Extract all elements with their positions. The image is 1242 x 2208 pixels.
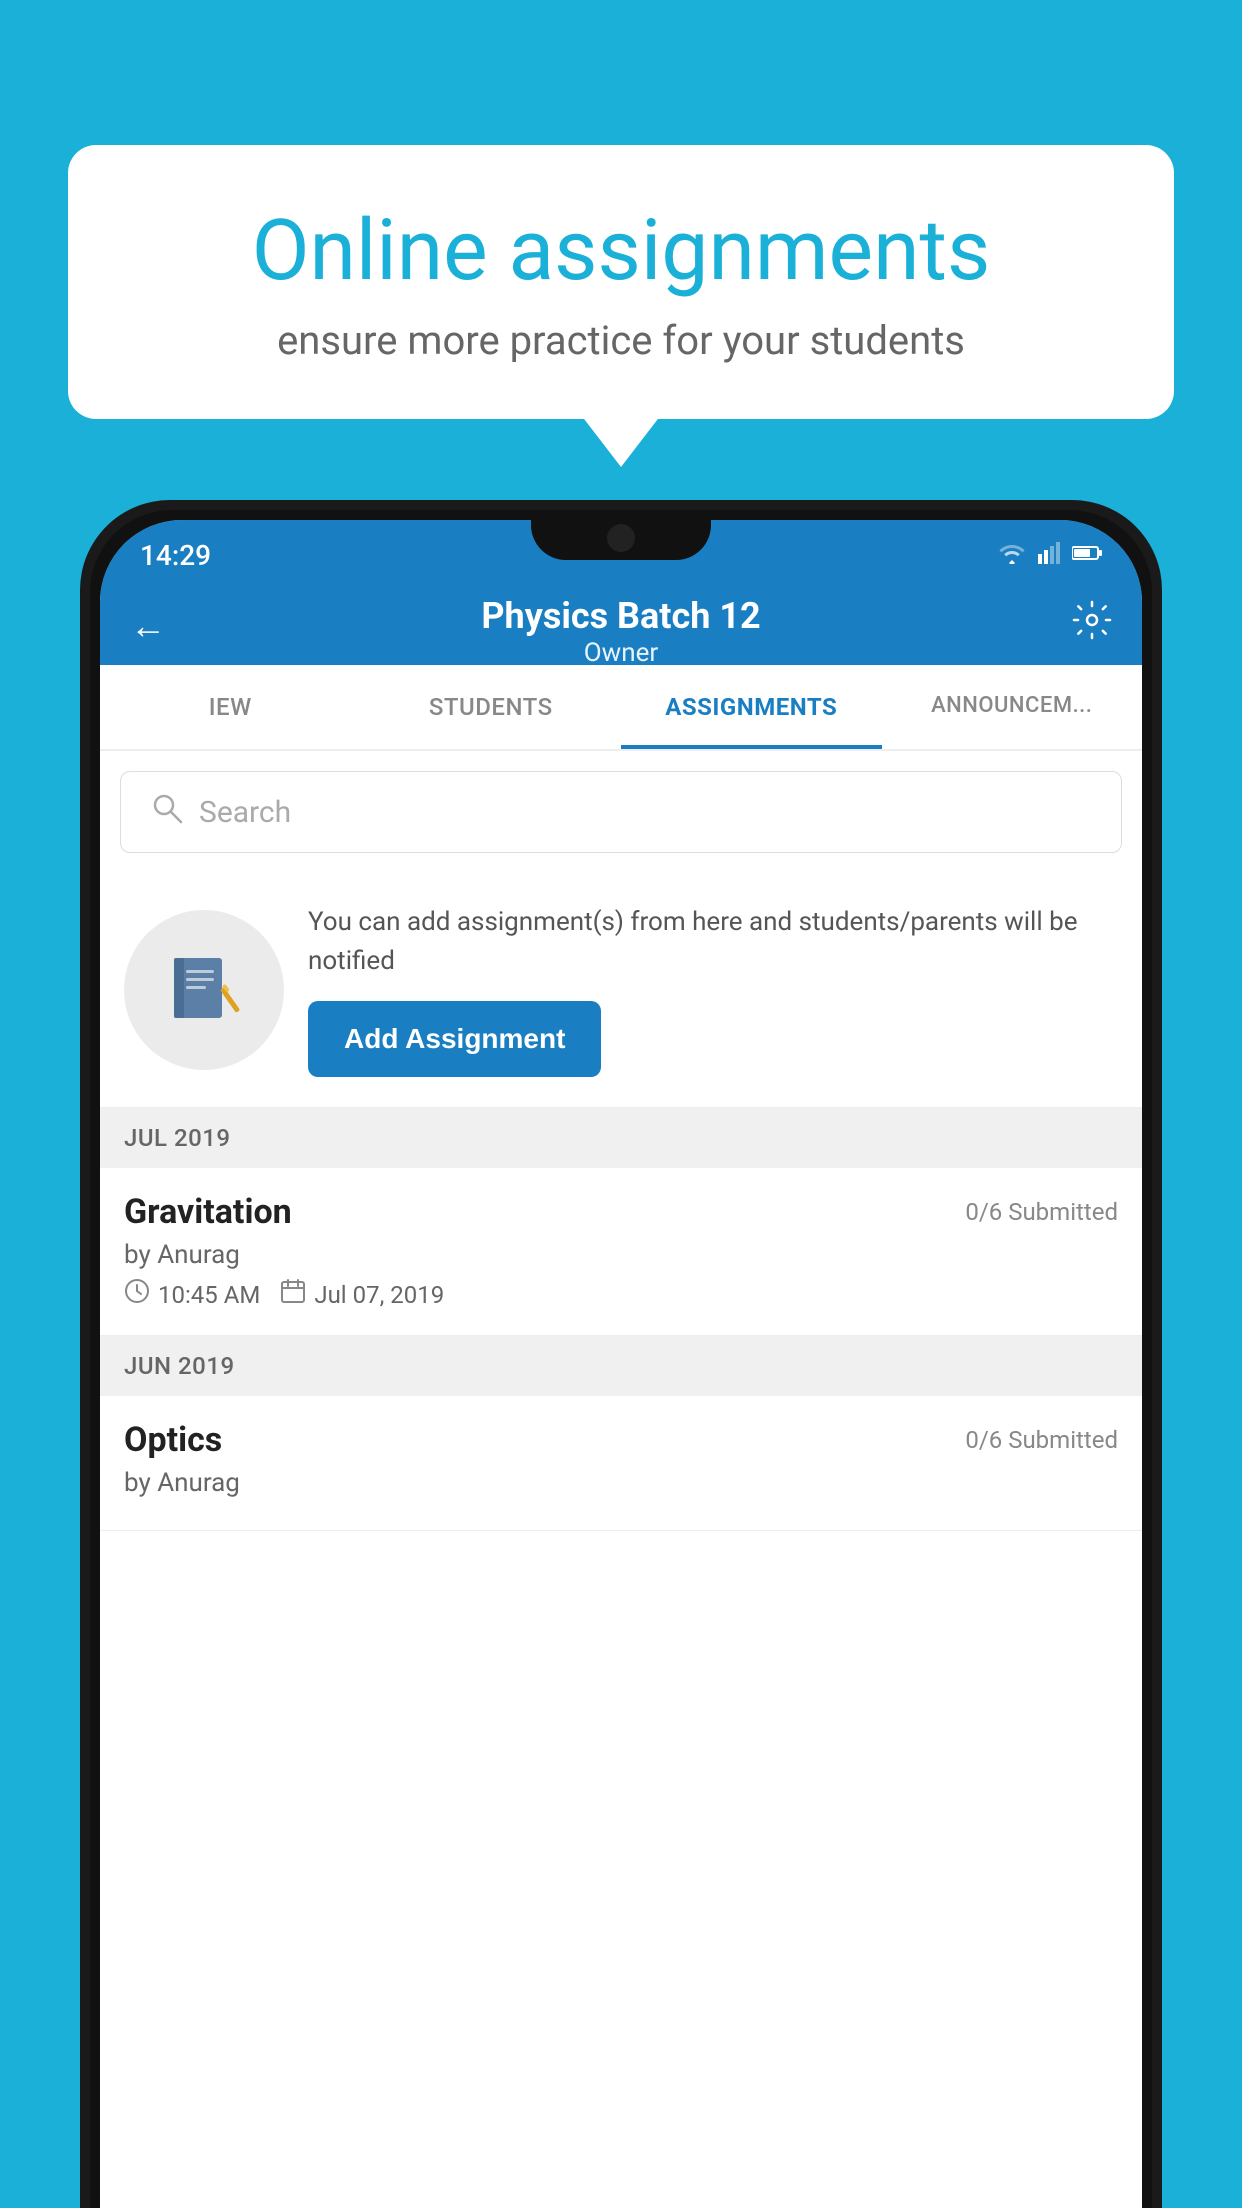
assignment-top: Gravitation 0/6 Submitted [124,1192,1118,1232]
tab-bar: IEW STUDENTS ASSIGNMENTS ANNOUNCEM... [100,665,1142,751]
bubble-subtitle: ensure more practice for your students [138,317,1104,364]
meta-date: Jul 07, 2019 [280,1278,444,1311]
promo-block: You can add assignment(s) from here and … [100,873,1142,1108]
promo-content: You can add assignment(s) from here and … [308,903,1118,1077]
search-bar[interactable]: Search [120,771,1122,853]
battery-icon [1072,544,1102,566]
assignment-item-gravitation[interactable]: Gravitation 0/6 Submitted by Anurag [100,1168,1142,1336]
assignment-date: Jul 07, 2019 [314,1281,444,1309]
header-subtitle: Owner [130,638,1112,668]
assignment-by: by Anurag [124,1240,1118,1270]
search-container: Search [100,751,1142,873]
status-icons [998,542,1102,568]
notch [531,510,711,560]
header-title: Physics Batch 12 [130,595,1112,638]
assignment-time: 10:45 AM [158,1281,260,1309]
promo-icon-circle [124,910,284,1070]
calendar-icon [280,1278,306,1311]
tab-assignments[interactable]: ASSIGNMENTS [621,665,882,749]
back-button[interactable]: ← [130,605,166,647]
assignment-submitted-optics: 0/6 Submitted [965,1426,1118,1454]
assignment-meta: 10:45 AM Jul 07, 2019 [124,1278,1118,1311]
signal-icon [1038,542,1060,568]
tab-announcements[interactable]: ANNOUNCEM... [882,665,1143,749]
search-placeholder: Search [199,795,291,830]
bubble-title: Online assignments [138,205,1104,297]
camera [607,524,635,552]
status-time: 14:29 [140,539,211,572]
month-header-jul: JUL 2019 [100,1108,1142,1168]
notebook-icon [164,950,244,1030]
speech-bubble: Online assignments ensure more practice … [68,145,1174,419]
app-content: 14:29 [100,520,1142,2208]
search-icon [151,792,183,832]
phone-frame: 14:29 [80,500,1162,2208]
promo-text: You can add assignment(s) from here and … [308,903,1118,981]
assignment-submitted: 0/6 Submitted [965,1198,1118,1226]
month-header-jun: JUN 2019 [100,1336,1142,1396]
add-assignment-button[interactable]: Add Assignment [308,1001,601,1077]
clock-icon [124,1278,150,1311]
phone-inner: 14:29 [90,510,1152,2208]
meta-time: 10:45 AM [124,1278,260,1311]
assignment-top-optics: Optics 0/6 Submitted [124,1420,1118,1460]
speech-bubble-container: Online assignments ensure more practice … [68,145,1174,419]
tab-students[interactable]: STUDENTS [361,665,622,749]
settings-button[interactable] [1072,600,1112,650]
assignment-item-optics[interactable]: Optics 0/6 Submitted by Anurag [100,1396,1142,1531]
wifi-icon [998,542,1026,568]
assignment-name-optics: Optics [124,1420,222,1460]
assignment-by-optics: by Anurag [124,1468,1118,1498]
tab-iew[interactable]: IEW [100,665,361,749]
assignment-name: Gravitation [124,1192,292,1232]
